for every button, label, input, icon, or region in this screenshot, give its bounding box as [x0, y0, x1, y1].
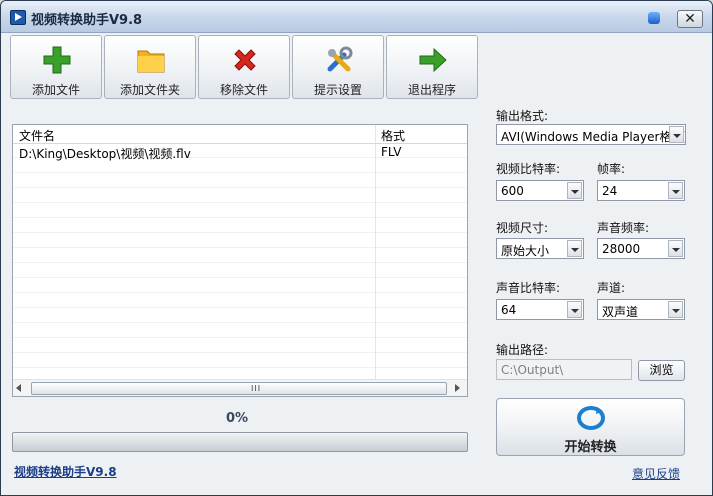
chevron-down-icon[interactable]	[668, 301, 683, 318]
video-size-select[interactable]: 原始大小	[496, 238, 584, 259]
audio-frequency-value: 28000	[602, 242, 641, 256]
exit-button[interactable]: 退出程序	[386, 35, 478, 99]
chevron-down-icon[interactable]	[668, 240, 683, 257]
frame-rate-label: 帧率:	[597, 162, 626, 176]
audio-frequency-select[interactable]: 28000	[597, 238, 685, 259]
video-bitrate-label: 视频比特率:	[496, 162, 561, 176]
chevron-down-icon[interactable]	[567, 240, 582, 257]
add-file-label: 添加文件	[31, 83, 80, 97]
output-format-select[interactable]: AVI(Windows Media Player格式)	[496, 124, 686, 145]
chevron-down-icon[interactable]	[567, 301, 582, 318]
output-path-label: 输出路径:	[496, 343, 549, 357]
chevron-down-icon[interactable]	[668, 182, 683, 199]
add-folder-button[interactable]: 添加文件夹	[104, 35, 196, 99]
output-format-value: AVI(Windows Media Player格式)	[501, 130, 686, 144]
video-bitrate-value: 600	[501, 184, 524, 198]
scroll-grip: III	[251, 384, 262, 393]
start-convert-button[interactable]: 开始转换	[496, 398, 685, 456]
remove-file-button[interactable]: 移除文件	[198, 35, 290, 99]
channel-label: 声道:	[597, 281, 626, 295]
audio-bitrate-value: 64	[501, 303, 517, 317]
browse-button[interactable]: 浏览	[638, 360, 685, 381]
progress-percent: 0%	[225, 411, 249, 426]
delete-x-icon	[234, 49, 256, 71]
video-size-label: 视频尺寸:	[496, 221, 549, 235]
channel-select[interactable]: 双声道	[597, 299, 685, 320]
close-button[interactable]: ✕	[677, 10, 703, 28]
audio-bitrate-select[interactable]: 64	[496, 299, 584, 320]
add-file-button[interactable]: 添加文件	[10, 35, 102, 99]
chevron-down-icon[interactable]	[669, 126, 684, 143]
app-home-link[interactable]: 视频转换助手V9.8	[14, 463, 117, 480]
audio-frequency-label: 声音频率:	[597, 221, 650, 235]
table-row[interactable]: D:\King\Desktop\视频\视频.flv FLV	[13, 145, 467, 161]
audio-bitrate-label: 声音比特率:	[496, 281, 561, 295]
column-header-format[interactable]: 格式	[381, 127, 405, 144]
progress-bar	[12, 432, 468, 452]
file-list-header: 文件名 格式	[13, 125, 467, 144]
pin-icon[interactable]	[648, 12, 660, 24]
channel-value: 双声道	[602, 305, 639, 319]
file-format-cell: FLV	[381, 145, 402, 159]
frame-rate-select[interactable]: 24	[597, 180, 685, 201]
output-path-input[interactable]: C:\Output\	[496, 359, 632, 380]
start-convert-label: 开始转换	[564, 440, 617, 455]
app-window: 视频转换助手V9.8 ✕ 添加文件 添加文件夹 移除文件 提示设置 退出程序 文…	[0, 0, 713, 496]
app-icon	[10, 10, 26, 25]
title-bar: 视频转换助手V9.8 ✕	[1, 1, 712, 33]
tools-icon	[327, 46, 353, 72]
plus-icon	[43, 46, 71, 74]
remove-file-label: 移除文件	[219, 83, 268, 97]
frame-rate-value: 24	[602, 184, 618, 198]
column-header-name[interactable]: 文件名	[19, 127, 55, 144]
settings-label: 提示设置	[313, 83, 362, 97]
scroll-left-icon[interactable]	[16, 384, 21, 392]
feedback-link[interactable]: 意见反馈	[632, 465, 680, 482]
file-path-cell: D:\King\Desktop\视频\视频.flv	[19, 147, 191, 161]
arrow-right-icon	[419, 47, 447, 73]
file-list[interactable]: 文件名 格式 D:\King\Desktop\视频\视频.flv FLV III	[12, 124, 468, 397]
video-bitrate-select[interactable]: 600	[496, 180, 584, 201]
folder-icon	[137, 50, 165, 73]
video-size-value: 原始大小	[501, 244, 550, 258]
window-title: 视频转换助手V9.8	[31, 13, 143, 28]
settings-button[interactable]: 提示设置	[292, 35, 384, 99]
output-format-label: 输出格式:	[496, 109, 549, 123]
chevron-down-icon[interactable]	[567, 182, 582, 199]
add-folder-label: 添加文件夹	[119, 83, 180, 97]
scroll-right-icon[interactable]	[455, 384, 460, 392]
exit-label: 退出程序	[407, 83, 456, 97]
refresh-icon	[577, 406, 605, 430]
scroll-thumb[interactable]: III	[31, 382, 447, 395]
horizontal-scrollbar[interactable]: III	[13, 379, 467, 396]
